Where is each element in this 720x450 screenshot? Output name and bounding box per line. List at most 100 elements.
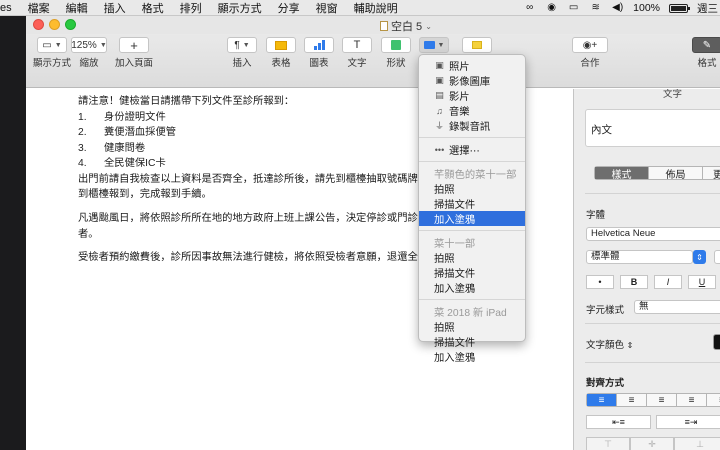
decrease-indent-button[interactable]: ⇤≡ bbox=[586, 415, 651, 429]
add-person-icon[interactable]: ◉+ bbox=[572, 37, 608, 53]
doc-line: 出門前請自我檢查以上資料是否齊全，抵達診所後，請先到櫃檯抽取號碼牌， bbox=[78, 173, 429, 185]
increase-indent-button[interactable]: ≡⇥ bbox=[656, 415, 720, 429]
underline-button[interactable]: U bbox=[688, 275, 716, 289]
wifi-icon[interactable]: ≋ bbox=[589, 3, 602, 13]
close-window-button[interactable] bbox=[33, 19, 44, 30]
outdent-icon: ⇤≡ bbox=[612, 416, 625, 427]
shape-icon[interactable] bbox=[381, 37, 411, 53]
panel-header: 文字 bbox=[662, 89, 682, 100]
format-tool[interactable]: ✎ 格式 bbox=[692, 37, 720, 69]
comment-icon[interactable] bbox=[462, 37, 492, 53]
menu-arrange[interactable]: 排列 bbox=[172, 0, 210, 16]
justify-icon[interactable]: ≡ bbox=[677, 394, 707, 406]
creative-cloud-icon[interactable]: ∞ bbox=[523, 3, 536, 13]
menu-item-scan-documents[interactable]: 掃描文件 bbox=[419, 265, 525, 280]
camera-icon[interactable]: ◉ bbox=[545, 3, 558, 13]
list-item: 4. 全民健保IC卡 bbox=[78, 156, 166, 172]
zoom-window-button[interactable] bbox=[65, 19, 76, 30]
battery-icon[interactable] bbox=[669, 3, 690, 13]
font-style-select[interactable]: 標準體 bbox=[586, 250, 693, 264]
menu-item-take-photo[interactable]: 拍照 bbox=[419, 181, 525, 196]
text-options-button[interactable]: • bbox=[586, 275, 614, 289]
justify-last-icon[interactable]: ≡ bbox=[707, 394, 720, 406]
tab-more[interactable]: 更 bbox=[703, 167, 720, 181]
menu-edit[interactable]: 編輯 bbox=[58, 0, 96, 16]
align-center-icon[interactable]: ≡ bbox=[617, 394, 647, 406]
menu-insert[interactable]: 插入 bbox=[96, 0, 134, 16]
device-header: 菜 2018 新 iPad bbox=[434, 308, 507, 319]
text-color-swatch[interactable] bbox=[713, 334, 720, 350]
list-number: 4. bbox=[78, 158, 87, 169]
list-text: 全民健保IC卡 bbox=[104, 158, 166, 169]
menu-file[interactable]: 檔案 bbox=[20, 0, 58, 16]
menu-item-photo-browser[interactable]: ▣ 影像圖庫 bbox=[419, 73, 525, 88]
volume-icon[interactable]: ◀) bbox=[611, 3, 624, 13]
media-icon[interactable]: ▼ bbox=[419, 37, 449, 53]
text-box-icon[interactable]: T bbox=[342, 37, 372, 53]
document-title-text: 空白 5 bbox=[391, 21, 423, 33]
menu-window[interactable]: 視窗 bbox=[308, 0, 346, 16]
sidebar-icon[interactable]: ▭ ▼ bbox=[37, 37, 67, 53]
menu-item-record-audio[interactable]: ⏚ 錄製音訊 bbox=[419, 118, 525, 133]
paragraph-icon[interactable]: ¶ ▼ bbox=[227, 37, 257, 53]
menu-item-add-sketch[interactable]: 加入塗鴉 bbox=[419, 280, 525, 295]
chevron-updown-icon[interactable]: ⇕ bbox=[693, 250, 706, 264]
menu-format[interactable]: 格式 bbox=[134, 0, 172, 16]
tab-style[interactable]: 樣式 bbox=[595, 167, 649, 181]
menu-item-choose[interactable]: ••• 選擇⋯ bbox=[419, 142, 525, 158]
menu-item-label: 影像圖庫 bbox=[449, 77, 491, 88]
insert-tool[interactable]: ¶ ▼ 插入 bbox=[227, 37, 257, 69]
menu-help[interactable]: 輔助說明 bbox=[346, 0, 406, 16]
font-name-select[interactable]: Helvetica Neue bbox=[586, 227, 720, 241]
menu-item-label: 照片 bbox=[449, 62, 470, 73]
zoom-select[interactable]: 125% ▼ bbox=[71, 37, 107, 53]
align-right-icon[interactable]: ≡ bbox=[647, 394, 677, 406]
font-size-field[interactable] bbox=[714, 250, 720, 264]
align-left-icon[interactable]: ≡ bbox=[587, 394, 617, 406]
menu-view[interactable]: 顯示方式 bbox=[210, 0, 270, 16]
minimize-window-button[interactable] bbox=[49, 19, 60, 30]
menu-item-photos[interactable]: ▣ 照片 bbox=[419, 58, 525, 73]
shape-tool[interactable]: 形狀 bbox=[381, 37, 411, 69]
table-tool[interactable]: 表格 bbox=[266, 37, 296, 69]
valign-middle-button[interactable]: ✛ bbox=[630, 437, 674, 450]
paragraph-style-selector[interactable]: 內文 bbox=[585, 109, 720, 147]
document-title[interactable]: 空白 5 ⌄ bbox=[380, 18, 432, 34]
toolbar: ▭ ▼ 顯示方式 125% ▼ 縮放 + 加入頁面 ¶ ▼ 插入 表格 圖表 T… bbox=[26, 34, 720, 88]
table-icon[interactable] bbox=[266, 37, 296, 53]
add-page-tool[interactable]: + 加入頁面 bbox=[115, 37, 153, 69]
zoom-tool[interactable]: 125% ▼ 縮放 bbox=[71, 37, 107, 69]
menu-share[interactable]: 分享 bbox=[270, 0, 308, 16]
menu-item-scan-documents[interactable]: 掃描文件 bbox=[419, 334, 525, 349]
tab-layout[interactable]: 佈局 bbox=[649, 167, 703, 181]
plus-icon[interactable]: + bbox=[119, 37, 149, 53]
list-item: 1. 身份證明文件 bbox=[78, 110, 166, 126]
text-color-label[interactable]: 文字顏色 ⇕ bbox=[586, 337, 633, 351]
menu-item-scan-documents[interactable]: 掃描文件 bbox=[419, 196, 525, 211]
italic-button[interactable]: I bbox=[654, 275, 682, 289]
menu-app[interactable]: es bbox=[0, 2, 20, 14]
chart-icon[interactable] bbox=[304, 37, 334, 53]
bold-button[interactable]: B bbox=[620, 275, 648, 289]
valign-bottom-button[interactable]: ⊥ bbox=[674, 437, 720, 450]
valign-top-icon: ⊤ bbox=[604, 438, 612, 449]
text-tool[interactable]: T 文字 bbox=[342, 37, 372, 69]
menu-item-music[interactable]: ♫ 音樂 bbox=[419, 103, 525, 119]
alignment-segment: ≡ ≡ ≡ ≡ ≡ bbox=[586, 393, 720, 407]
menu-item-movies[interactable]: ▤ 影片 bbox=[419, 88, 525, 103]
airplay-icon[interactable]: ▭ bbox=[567, 3, 580, 13]
media-tool[interactable]: ▼ bbox=[419, 37, 449, 53]
menu-item-add-sketch[interactable]: 加入塗鴉 bbox=[419, 349, 525, 364]
char-style-select[interactable]: 無 bbox=[634, 300, 720, 314]
menu-item-add-sketch[interactable]: 加入塗鴉 bbox=[419, 211, 525, 226]
chart-tool[interactable]: 圖表 bbox=[304, 37, 334, 69]
view-tool[interactable]: ▭ ▼ 顯示方式 bbox=[33, 37, 71, 69]
collaborate-tool[interactable]: ◉+ 合作 bbox=[572, 37, 608, 69]
menu-item-take-photo[interactable]: 拍照 bbox=[419, 319, 525, 334]
menu-item-take-photo[interactable]: 拍照 bbox=[419, 250, 525, 265]
list-item: 2. 糞便潛血採便管 bbox=[78, 125, 176, 141]
paintbrush-icon[interactable]: ✎ bbox=[692, 37, 720, 53]
clock[interactable]: 週三 bbox=[697, 1, 718, 16]
comment-tool[interactable] bbox=[462, 37, 492, 53]
valign-top-button[interactable]: ⊤ bbox=[586, 437, 630, 450]
